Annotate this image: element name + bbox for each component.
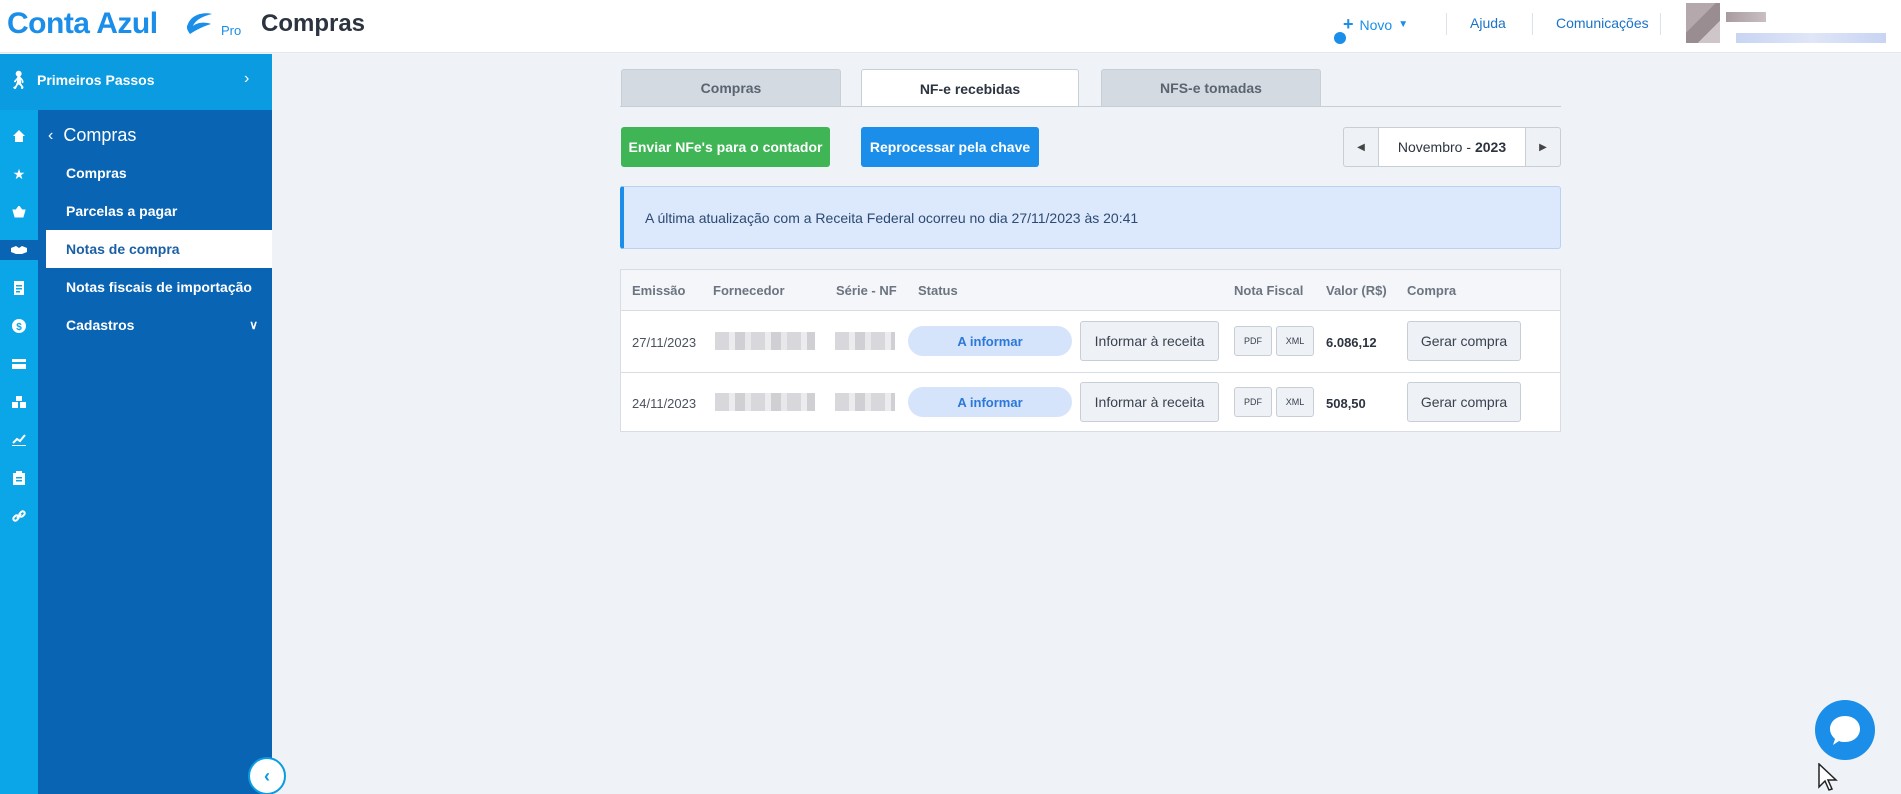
app-logo[interactable]: Conta Azul <box>7 7 158 41</box>
informar-receita-button[interactable]: Informar à receita <box>1080 382 1219 422</box>
tab-nfe-recebidas[interactable]: NF-e recebidas <box>861 69 1079 107</box>
home-icon[interactable] <box>6 126 32 146</box>
month-year: 2023 <box>1474 139 1507 155</box>
col-nota-fiscal: Nota Fiscal <box>1234 283 1304 298</box>
user-name-redacted <box>1726 12 1766 22</box>
mouse-cursor-icon <box>1818 763 1838 791</box>
status-badge: A informar <box>908 387 1072 417</box>
ajuda-link[interactable]: Ajuda <box>1470 15 1506 31</box>
collapse-sidebar-button[interactable]: ‹ <box>248 757 286 794</box>
chevron-left-icon: ‹ <box>48 126 54 144</box>
nfe-table: Emissão Fornecedor Série - NF Status Not… <box>620 269 1561 432</box>
section-title: Compras <box>63 125 137 145</box>
sidebar-item-cadastros[interactable]: Cadastros ∨ <box>46 306 272 344</box>
emissao-cell: 24/11/2023 <box>632 396 697 411</box>
back-to-compras[interactable]: ‹ Compras <box>48 125 136 146</box>
prev-month-button[interactable]: ◀ <box>1344 128 1378 166</box>
col-compra: Compra <box>1407 283 1457 298</box>
card-icon[interactable] <box>6 354 32 374</box>
gerar-compra-button[interactable]: Gerar compra <box>1407 382 1521 422</box>
info-banner: A última atualização com a Receita Feder… <box>620 186 1561 249</box>
emissao-cell: 27/11/2023 <box>632 335 697 350</box>
col-valor: Valor (R$) <box>1326 283 1387 298</box>
logo-pro-label: Pro <box>221 23 242 38</box>
chat-bubble-icon <box>1830 716 1860 745</box>
fornecedor-redacted <box>715 393 815 411</box>
header-divider <box>1660 13 1661 35</box>
money-icon[interactable]: $ <box>6 316 32 336</box>
novo-button[interactable]: + Novo ▼ <box>1343 14 1408 35</box>
sidebar-item-parcelas[interactable]: Parcelas a pagar <box>46 192 272 230</box>
xml-button[interactable]: XML <box>1276 387 1314 417</box>
star-icon[interactable]: ★ <box>6 164 32 184</box>
col-serie-nf: Série - NF <box>836 283 897 298</box>
serie-redacted <box>835 393 895 411</box>
clipboard-icon[interactable] <box>6 468 32 488</box>
info-text: A última atualização com a Receita Feder… <box>645 209 1139 226</box>
reprocess-button[interactable]: Reprocessar pela chave <box>861 127 1039 167</box>
chart-icon[interactable] <box>6 430 32 450</box>
pdf-button[interactable]: PDF <box>1234 326 1272 356</box>
walking-icon: 🚶︎ <box>7 70 30 90</box>
link-icon[interactable] <box>6 506 32 526</box>
header-divider <box>1446 13 1447 35</box>
tabs-baseline <box>620 106 1561 107</box>
svg-text:$: $ <box>16 322 22 333</box>
status-badge: A informar <box>908 326 1072 356</box>
chevron-right-icon: › <box>244 70 250 87</box>
chat-button[interactable] <box>1815 700 1875 760</box>
top-header: Conta Azul Pro Compras + Novo ▼ Ajuda Co… <box>0 0 1901 53</box>
pdf-button[interactable]: PDF <box>1234 387 1272 417</box>
plus-icon: + <box>1343 14 1354 34</box>
chevron-left-icon: ‹ <box>264 765 270 786</box>
sidebar-item-notas-de-compra[interactable]: Notas de compra <box>46 230 272 268</box>
page-title: Compras <box>261 10 366 37</box>
user-company-redacted <box>1736 33 1886 43</box>
document-icon[interactable] <box>6 278 32 298</box>
tab-compras[interactable]: Compras <box>621 69 841 106</box>
month-label: Novembro - 2023 <box>1378 128 1526 166</box>
col-status: Status <box>918 283 958 298</box>
col-fornecedor: Fornecedor <box>713 283 785 298</box>
table-row: 27/11/2023 A informar Informar à receita… <box>621 311 1560 372</box>
valor-cell: 6.086,12 <box>1326 335 1377 350</box>
next-month-button[interactable]: ▶ <box>1526 128 1560 166</box>
send-nfe-button[interactable]: Enviar NFe's para o contador <box>621 127 830 167</box>
boxes-icon[interactable] <box>6 392 32 412</box>
comunicacoes-link[interactable]: Comunicações <box>1556 15 1649 31</box>
sidebar-item-notas-importacao[interactable]: Notas fiscais de importação <box>46 268 272 306</box>
fornecedor-redacted <box>715 332 815 350</box>
cadastros-label: Cadastros <box>66 317 135 333</box>
handshake-icon[interactable] <box>0 240 38 260</box>
sidebar-item-compras[interactable]: Compras <box>46 154 272 192</box>
header-divider <box>1532 13 1533 35</box>
table-row: 24/11/2023 A informar Informar à receita… <box>621 372 1560 433</box>
xml-button[interactable]: XML <box>1276 326 1314 356</box>
col-emissao: Emissão <box>632 283 686 298</box>
primeiros-passos-label: Primeiros Passos <box>37 72 155 88</box>
logo-swoosh-icon <box>186 13 212 34</box>
tab-nfse-tomadas[interactable]: NFS-e tomadas <box>1101 69 1321 106</box>
basket-icon[interactable] <box>6 202 32 222</box>
month-name: Novembro - <box>1397 139 1471 155</box>
month-picker: ◀ Novembro - 2023 ▶ <box>1343 127 1561 167</box>
novo-label: Novo <box>1359 16 1393 33</box>
chevron-down-icon: ▼ <box>1398 19 1409 30</box>
table-header: Emissão Fornecedor Série - NF Status Not… <box>621 270 1560 311</box>
informar-receita-button[interactable]: Informar à receita <box>1080 321 1219 361</box>
serie-redacted <box>835 332 895 350</box>
gerar-compra-button[interactable]: Gerar compra <box>1407 321 1521 361</box>
valor-cell: 508,50 <box>1326 396 1366 411</box>
user-avatar[interactable] <box>1686 3 1720 43</box>
chevron-down-icon: ∨ <box>249 318 258 332</box>
